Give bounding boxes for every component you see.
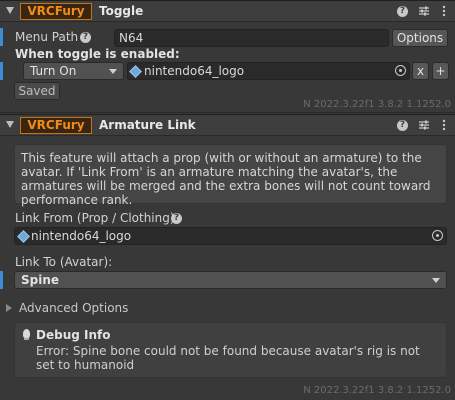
foldout-arrow-icon[interactable] — [6, 121, 14, 128]
help-icon[interactable]: ? — [397, 6, 408, 17]
help-icon[interactable]: ? — [80, 32, 91, 43]
foldout-arrow-icon — [6, 304, 12, 312]
sliders-icon[interactable] — [418, 119, 430, 131]
link-from-value: nintendo64_logo — [31, 229, 132, 243]
help-icon[interactable]: ? — [171, 213, 182, 224]
description-box: This feature will attach a prop (with or… — [14, 144, 447, 207]
armature-link-header[interactable]: VRCFury Armature Link ? — [0, 114, 455, 136]
action-dropdown[interactable]: Turn On — [23, 62, 124, 80]
chevron-down-icon — [432, 278, 440, 283]
debug-info-title: Debug Info — [36, 328, 111, 342]
advanced-options-foldout[interactable]: Advanced Options — [6, 300, 206, 316]
advanced-options-label: Advanced Options — [19, 301, 129, 315]
add-button[interactable]: + — [432, 62, 449, 80]
saved-button[interactable]: Saved — [14, 82, 60, 100]
link-to-label: Link To (Avatar): — [15, 255, 113, 269]
component-separator — [0, 112, 455, 113]
object-field[interactable]: nintendo64_logo — [127, 62, 410, 80]
vrcfury-badge: VRCFury — [20, 117, 92, 134]
toggle-header[interactable]: VRCFury Toggle ? — [0, 0, 455, 22]
foldout-arrow-icon[interactable] — [6, 7, 14, 14]
component-title: Toggle — [99, 4, 144, 18]
gameobject-icon — [129, 65, 142, 78]
object-field-value: nintendo64_logo — [144, 64, 245, 78]
remove-button[interactable]: x — [412, 62, 429, 80]
link-from-label: Link From (Prop / Clothing) — [15, 211, 175, 225]
component-title: Armature Link — [99, 118, 196, 132]
section-accent-bar — [0, 28, 3, 46]
link-to-dropdown[interactable]: Spine — [14, 271, 447, 289]
kebab-menu-icon[interactable] — [438, 5, 450, 17]
version-label: N 2022.3.22f1 3.8.2 1.1252.0 — [303, 99, 451, 110]
object-picker-icon[interactable] — [395, 65, 406, 76]
gameobject-icon — [17, 230, 30, 243]
version-label: N 2022.3.22f1 3.8.2 1.1252.0 — [303, 385, 451, 396]
section-accent-bar — [0, 271, 3, 289]
vrcfury-badge: VRCFury — [20, 3, 92, 20]
link-to-value: Spine — [21, 273, 60, 287]
when-enabled-label: When toggle is enabled: — [15, 47, 180, 61]
debug-info-text: Error: Spine bone could not be found bec… — [36, 344, 420, 372]
options-button[interactable]: Options — [392, 29, 448, 47]
object-picker-icon[interactable] — [432, 230, 443, 241]
debug-info-box: Debug Info Error: Spine bone could not b… — [14, 322, 447, 378]
menu-path-input[interactable]: N64 — [114, 29, 389, 47]
kebab-menu-icon[interactable] — [438, 119, 450, 131]
link-from-field[interactable]: nintendo64_logo — [14, 227, 447, 245]
action-dropdown-value: Turn On — [30, 64, 77, 78]
menu-path-label: Menu Path — [15, 30, 79, 44]
chevron-down-icon — [109, 69, 117, 74]
sliders-icon[interactable] — [418, 5, 430, 17]
section-accent-bar — [0, 62, 3, 80]
lightbulb-icon — [23, 329, 30, 340]
help-icon[interactable]: ? — [397, 120, 408, 131]
